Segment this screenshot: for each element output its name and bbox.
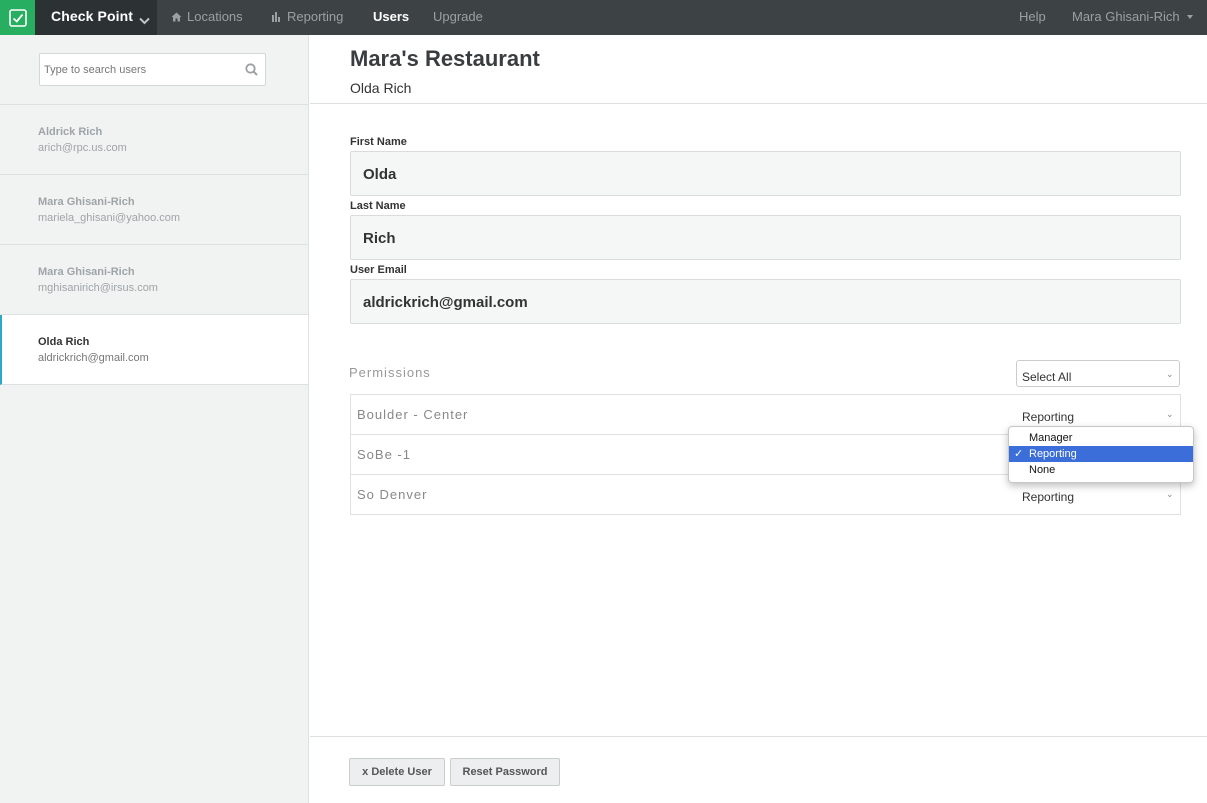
user-sidebar: Aldrick Rich arich@rpc.us.com Mara Ghisa… — [0, 35, 309, 803]
page-title: Mara's Restaurant — [350, 46, 540, 71]
user-name: Aldrick Rich — [38, 126, 103, 138]
role-select[interactable]: Reporting — [1022, 490, 1074, 504]
user-list-item[interactable]: Aldrick Rich arich@rpc.us.com — [0, 105, 308, 175]
last-name-field[interactable] — [363, 227, 1163, 249]
nav-users[interactable]: Users — [373, 9, 409, 24]
nav-locations[interactable]: Locations — [171, 9, 243, 24]
checkmark-icon: ✓ — [1014, 448, 1024, 460]
nav-reporting-label: Reporting — [287, 9, 344, 24]
brand-menu[interactable]: Check Point — [35, 0, 157, 35]
user-name: Mara Ghisani-Rich — [38, 266, 135, 278]
home-icon — [171, 12, 182, 21]
brand-name: Check Point — [51, 8, 134, 24]
option-label: None — [1029, 464, 1056, 476]
location-name: Boulder - Center — [357, 407, 469, 422]
top-nav: Check Point Locations Reporting Users Up… — [0, 0, 1207, 35]
location-name: SoBe -1 — [357, 447, 411, 462]
first-name-field[interactable] — [363, 163, 1163, 185]
user-list-item-selected[interactable]: Olda Rich aldrickrich@gmail.com — [0, 315, 308, 385]
search-box — [39, 53, 266, 86]
location-name: So Denver — [357, 487, 428, 502]
divider — [310, 103, 1207, 104]
search-input[interactable] — [44, 60, 234, 80]
nav-upgrade[interactable]: Upgrade — [433, 9, 483, 24]
nav-users-label: Users — [373, 9, 410, 24]
divider — [310, 736, 1207, 737]
user-name: Mara Ghisani-Rich — [38, 196, 135, 208]
chevron-down-icon: ⌄ — [1166, 489, 1174, 499]
nav-locations-label: Locations — [187, 9, 243, 24]
search-icon[interactable] — [245, 63, 258, 81]
dropdown-option-none[interactable]: None — [1009, 462, 1193, 478]
email-field[interactable] — [363, 291, 1163, 313]
role-dropdown-menu: Manager ✓ Reporting None — [1008, 426, 1194, 483]
permissions-label: Permissions — [349, 365, 431, 380]
email-box — [350, 279, 1181, 324]
chevron-down-icon: ⌄ — [1166, 409, 1174, 419]
user-name: Olda Rich — [38, 336, 90, 348]
option-label: Reporting — [1029, 448, 1077, 460]
dropdown-option-reporting[interactable]: ✓ Reporting — [1009, 446, 1193, 462]
bar-chart-icon — [272, 11, 280, 22]
select-all-dropdown[interactable]: Select All ⌄ — [1016, 360, 1180, 387]
select-all-value: Select All — [1022, 370, 1072, 384]
user-email: mariela_ghisani@yahoo.com — [38, 212, 181, 224]
first-name-label: First Name — [350, 136, 407, 148]
delete-user-button[interactable]: x Delete User — [349, 758, 445, 786]
last-name-label: Last Name — [350, 200, 406, 212]
page-subtitle: Olda Rich — [350, 80, 412, 96]
user-list-item[interactable]: Mara Ghisani-Rich mghisanirich@irsus.com — [0, 245, 308, 315]
user-email: aldrickrich@gmail.com — [38, 352, 149, 364]
caret-down-icon — [1187, 15, 1193, 19]
help-link[interactable]: Help — [1019, 9, 1046, 24]
last-name-box — [350, 215, 1181, 260]
email-label: User Email — [350, 264, 407, 276]
user-menu[interactable]: Mara Ghisani-Rich — [1072, 9, 1180, 24]
chevron-down-icon — [139, 12, 150, 30]
first-name-box — [350, 151, 1181, 196]
option-label: Manager — [1029, 432, 1073, 444]
checkbox-logo-icon[interactable] — [0, 0, 35, 35]
nav-reporting[interactable]: Reporting — [272, 9, 343, 24]
reset-password-button[interactable]: Reset Password — [450, 758, 560, 786]
nav-upgrade-label: Upgrade — [433, 9, 483, 24]
role-select[interactable]: Reporting — [1022, 410, 1074, 424]
chevron-down-icon: ⌄ — [1166, 369, 1174, 379]
user-email: mghisanirich@irsus.com — [38, 282, 158, 294]
user-list-item[interactable]: Mara Ghisani-Rich mariela_ghisani@yahoo.… — [0, 175, 308, 245]
user-email: arich@rpc.us.com — [38, 142, 127, 154]
dropdown-option-manager[interactable]: Manager — [1009, 430, 1193, 446]
